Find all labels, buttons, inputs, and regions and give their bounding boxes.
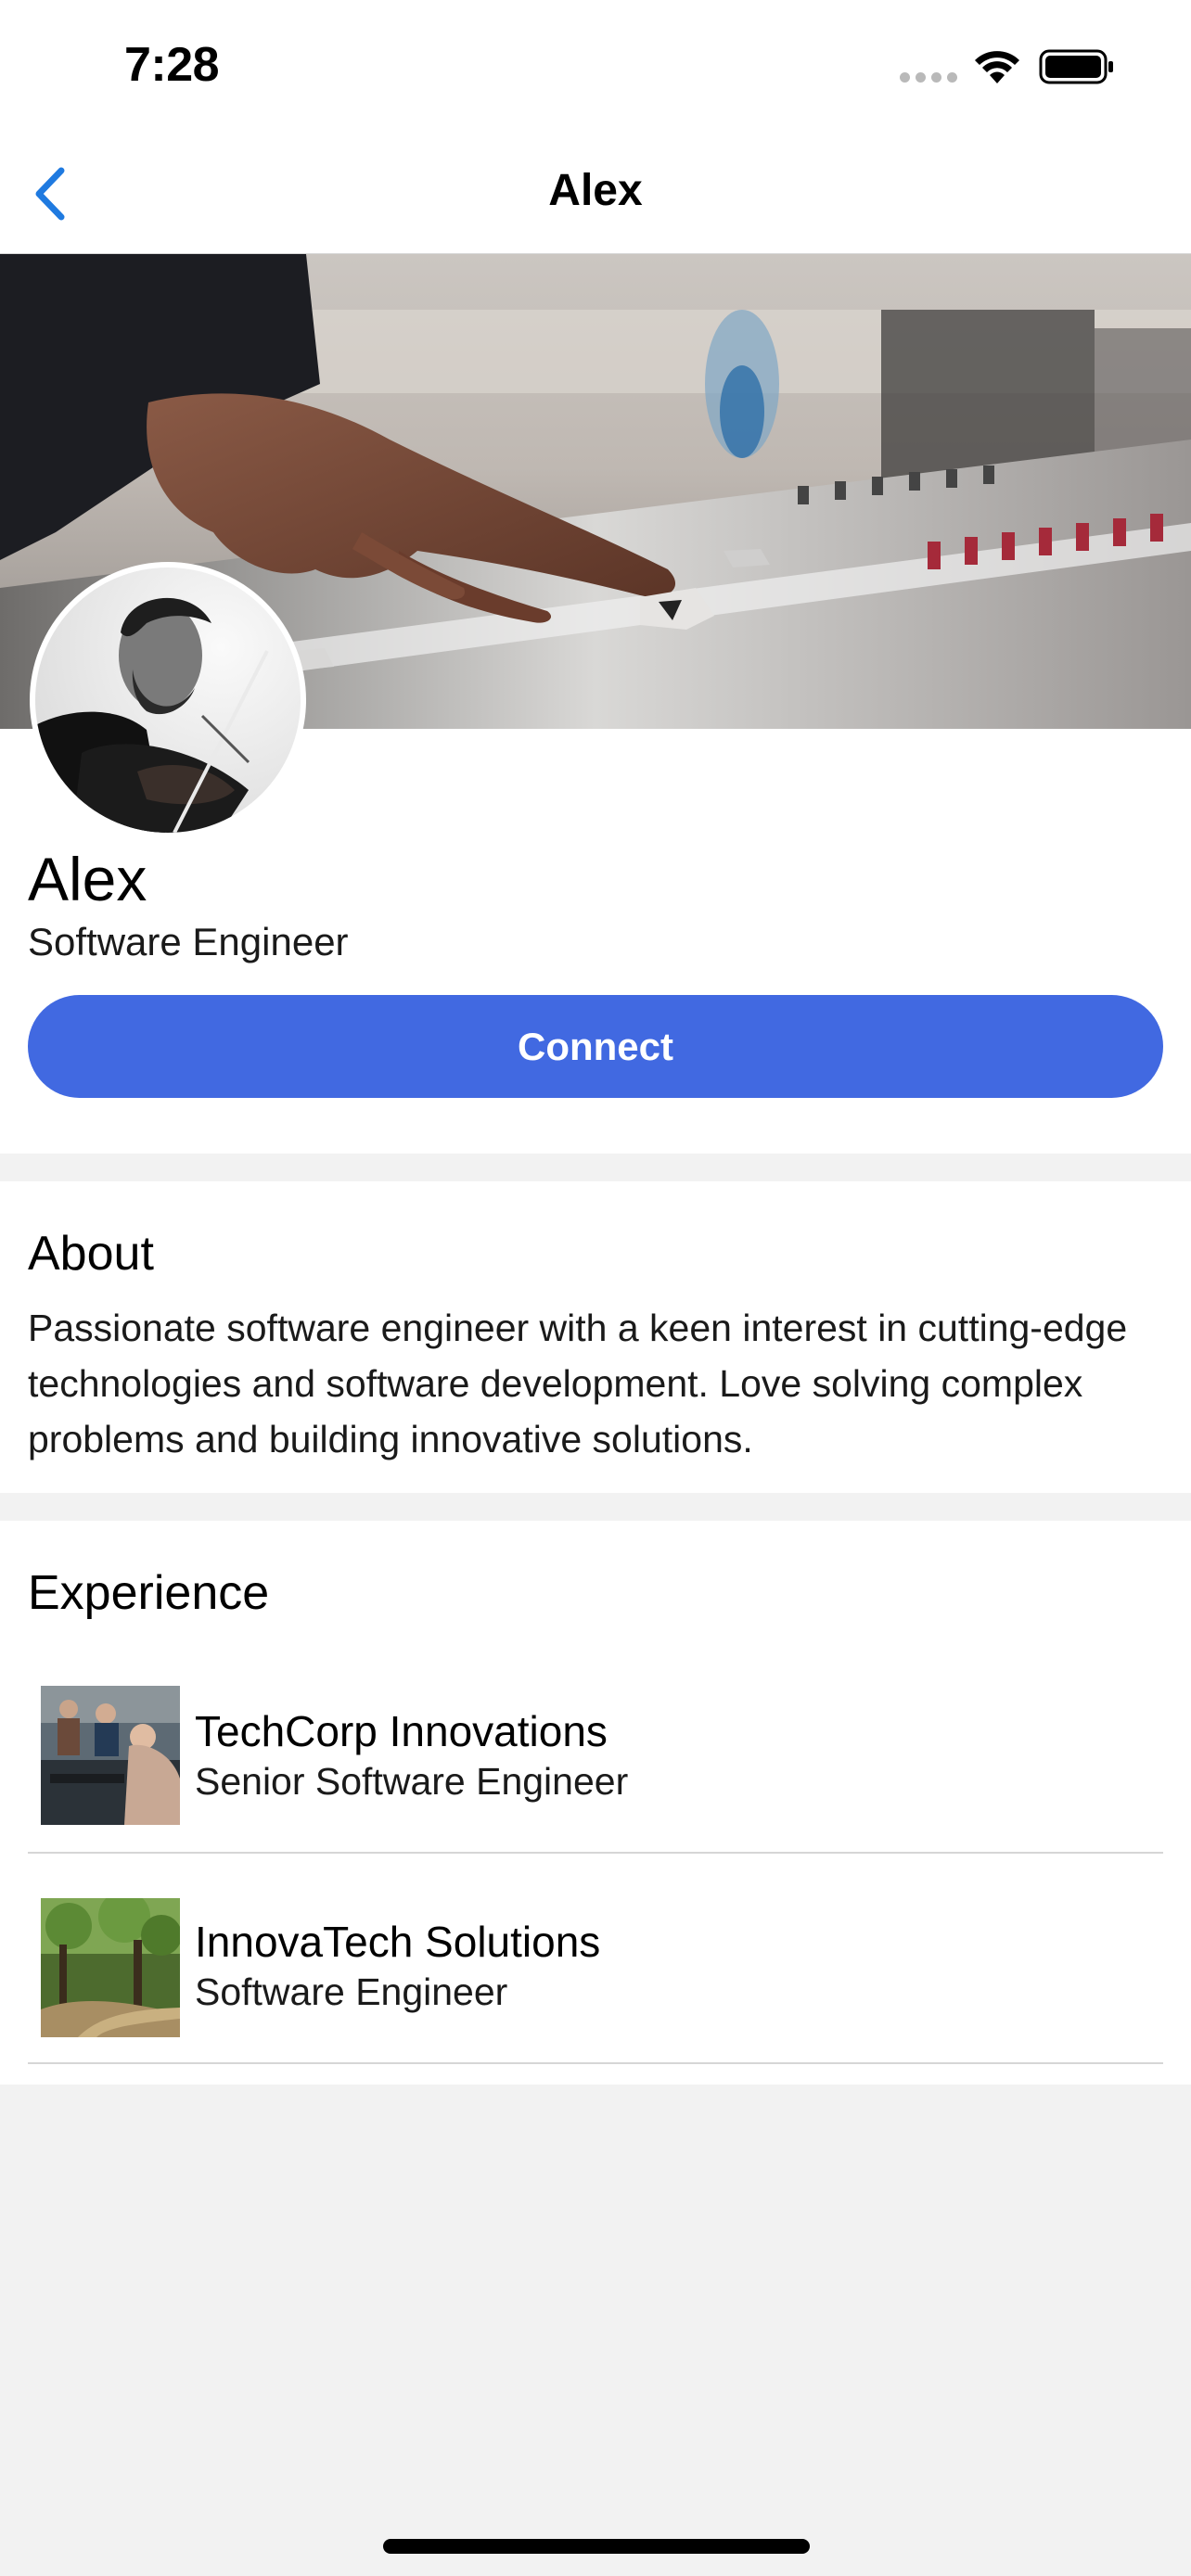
profile-role: Software Engineer [28,920,349,963]
wifi-icon [975,51,1019,83]
about-section: About Passionate software engineer with … [0,1181,1191,1493]
navigation-bar: Alex [0,139,1191,254]
company-name: TechCorp Innovations [195,1707,608,1755]
experience-item[interactable]: InnovaTech Solutions Software Engineer [28,1854,1163,2064]
connect-button[interactable]: Connect [28,995,1163,1098]
status-bar: 7:28 [0,0,1191,139]
experience-section: Experience TechCorp Innovations Senior S… [0,1521,1191,2085]
nav-title: Alex [548,166,643,215]
status-time: 7:28 [124,38,220,92]
home-indicator [383,2539,810,2554]
company-name: InnovaTech Solutions [195,1918,601,1966]
about-text: Passionate software engineer with a keen… [28,1307,1128,1460]
avatar [30,562,306,838]
about-heading: About [28,1227,154,1281]
job-title: Software Engineer [195,1970,508,2013]
profile-name: Alex [28,845,147,913]
company-logo-image [41,1898,180,2037]
cellular-signal-icon [900,72,957,83]
battery-icon [1039,49,1113,84]
company-logo-image [41,1686,180,1825]
experience-heading: Experience [28,1566,270,1620]
job-title: Senior Software Engineer [195,1760,629,1803]
experience-item[interactable]: TechCorp Innovations Senior Software Eng… [28,1643,1163,1854]
